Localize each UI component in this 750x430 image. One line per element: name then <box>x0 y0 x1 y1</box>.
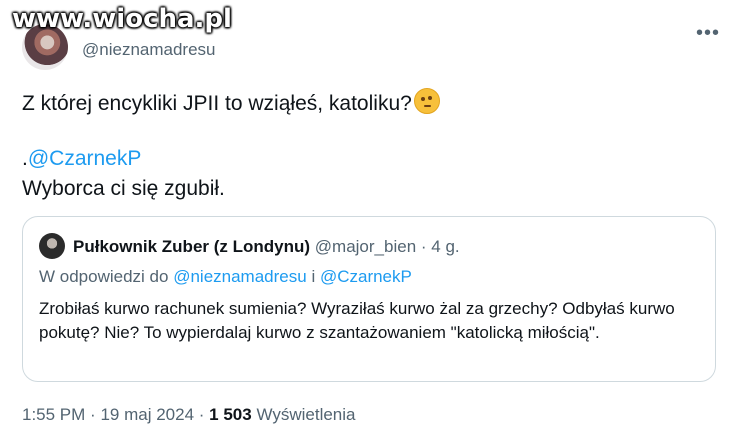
tweet-date[interactable]: 19 maj 2024 <box>100 405 194 424</box>
more-dots-icon[interactable]: ••• <box>696 22 720 45</box>
reply-prefix: W odpowiedzi do <box>39 267 169 286</box>
quoted-tweet[interactable]: Pułkownik Zuber (z Londynu) @major_bien … <box>22 216 716 382</box>
thinking-face-icon <box>413 88 440 114</box>
mention-link[interactable]: @CzarnekP <box>28 147 142 170</box>
reply-and: i <box>311 267 316 286</box>
tweet-footer: 1:55 PM · 19 maj 2024 · 1 503 Wyświetlen… <box>22 405 356 425</box>
quoted-author-name[interactable]: Pułkownik Zuber (z Londynu) <box>73 237 310 256</box>
separator: · <box>420 237 427 256</box>
quoted-tweet-header: Pułkownik Zuber (z Londynu) @major_bien … <box>73 237 460 257</box>
watermark: www.wiocha.pl <box>12 4 232 34</box>
quoted-author-avatar[interactable] <box>39 233 65 259</box>
quoted-tweet-body: Zrobiłaś kurwo rachunek sumienia? Wyrazi… <box>39 299 675 342</box>
quoted-author-handle[interactable]: @major_bien <box>315 237 416 256</box>
tweet-text-line-3: Wyborca ci się zgubił. <box>22 177 225 200</box>
views-label: Wyświetlenia <box>256 405 356 424</box>
tweet-line-1-text: Z której encykliki JPII to wziąłeś, kato… <box>22 92 412 115</box>
reply-context: W odpowiedzi do @nieznamadresu i @Czarne… <box>39 267 412 287</box>
reply-mention-2[interactable]: @CzarnekP <box>320 267 412 286</box>
footer-separator: · <box>90 405 96 424</box>
reply-mention-1[interactable]: @nieznamadresu <box>173 267 307 286</box>
quoted-tweet-age[interactable]: 4 g. <box>431 237 459 256</box>
tweet-text-line-1: Z której encykliki JPII to wziąłeś, kato… <box>22 88 440 116</box>
tweet-time[interactable]: 1:55 PM <box>22 405 85 424</box>
tweet-text-line-2: .@CzarnekP <box>22 147 141 171</box>
views-count: 1 503 <box>209 405 252 424</box>
footer-separator: · <box>198 405 205 424</box>
author-handle[interactable]: @nieznamadresu <box>82 40 216 60</box>
